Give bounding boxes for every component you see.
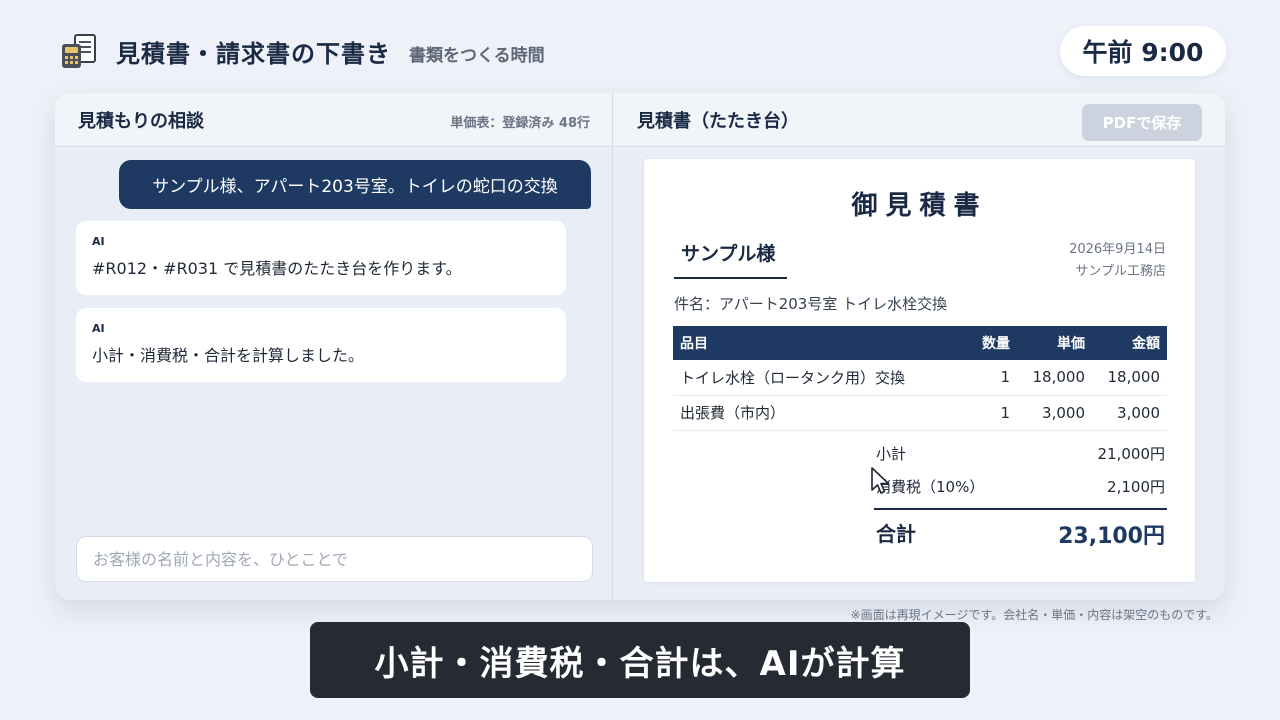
chat-input[interactable] xyxy=(76,536,593,582)
app-title: 見積書・請求書の下書き xyxy=(116,39,391,68)
column-header: 品目 xyxy=(673,326,963,360)
subtotal-row: 小計 21,000円 xyxy=(874,437,1167,470)
item-price: 3,000 xyxy=(1017,395,1092,431)
item-amount: 18,000 xyxy=(1092,360,1167,396)
subtotal-value: 21,000円 xyxy=(1097,445,1166,463)
tax-value: 2,100円 xyxy=(1107,478,1165,496)
item-name: トイレ水栓（ロータンク用）交換 xyxy=(673,360,963,396)
caption-text: 小計・消費税・合計は、AIが計算 xyxy=(374,643,906,684)
document-subject: 件名：アパート203号室 トイレ水栓交換 xyxy=(674,295,948,313)
customer-name: サンプル様 xyxy=(681,243,776,265)
ai-message: AI #R012・#R031 で見積書のたたき台を作ります。 xyxy=(76,221,566,295)
total-value: 23,100円 xyxy=(1058,524,1165,549)
user-message: サンプル様、アパート203号室。トイレの蛇口の交換 xyxy=(119,160,591,209)
item-qty: 1 xyxy=(963,395,1017,431)
ai-message-label: AI xyxy=(92,235,105,248)
document-date: 2026年9月14日 xyxy=(1069,242,1166,257)
total-row: 合計 23,100円 xyxy=(874,508,1167,552)
document-heading: 御見積書 xyxy=(851,191,988,221)
ai-message: AI 小計・消費税・合計を計算しました。 xyxy=(76,308,566,382)
chat-pane-title: 見積もりの相談 xyxy=(78,111,204,132)
item-name: 出張費（市内） xyxy=(673,395,963,431)
clock-badge: 午前 9:00 xyxy=(1060,26,1226,76)
save-pdf-button[interactable]: PDFで保存 xyxy=(1082,104,1202,141)
app-header: 見積書・請求書の下書き 書類をつくる時間 xyxy=(60,30,545,72)
table-row: 出張費（市内） 1 3,000 3,000 xyxy=(673,395,1167,431)
calculator-document-icon xyxy=(62,34,96,68)
workspace-card: 見積もりの相談 単価表：登録済み 48行 サンプル様、アパート203号室。トイレ… xyxy=(55,93,1225,600)
column-header: 単価 xyxy=(1017,326,1092,360)
estimate-document: 御見積書 サンプル様 2026年9月14日 サンプル工務店 件名：アパート203… xyxy=(644,159,1195,582)
price-table-status: 単価表：登録済み 48行 xyxy=(450,116,590,131)
mouse-cursor-icon xyxy=(871,467,890,494)
draft-pane-header: 見積書（たたき台） PDFで保存 xyxy=(614,93,1225,147)
ai-message-text: 小計・消費税・合計を計算しました。 xyxy=(92,346,365,365)
chat-pane-header: 見積もりの相談 単価表：登録済み 48行 xyxy=(55,93,612,147)
item-qty: 1 xyxy=(963,360,1017,396)
total-label: 合計 xyxy=(876,522,916,546)
document-meta: 2026年9月14日 サンプル工務店 xyxy=(1069,239,1166,283)
line-items-table: 品目 数量 単価 金額 トイレ水栓（ロータンク用）交換 1 18,000 18,… xyxy=(673,326,1167,431)
item-price: 18,000 xyxy=(1017,360,1092,396)
issuer-name: サンプル工務店 xyxy=(1075,264,1166,279)
ai-message-text: #R012・#R031 で見積書のたたき台を作ります。 xyxy=(92,259,462,278)
chat-pane: 見積もりの相談 単価表：登録済み 48行 サンプル様、アパート203号室。トイレ… xyxy=(55,93,613,600)
draft-pane: 見積書（たたき台） PDFで保存 御見積書 サンプル様 2026年9月14日 サ… xyxy=(614,93,1225,600)
customer-block: サンプル様 xyxy=(674,237,787,279)
user-message-text: サンプル様、アパート203号室。トイレの蛇口の交換 xyxy=(152,177,558,197)
caption-banner: 小計・消費税・合計は、AIが計算 xyxy=(310,622,970,698)
item-amount: 3,000 xyxy=(1092,395,1167,431)
column-header: 金額 xyxy=(1092,326,1167,360)
subtotal-label: 小計 xyxy=(876,445,907,463)
table-row: トイレ水栓（ロータンク用）交換 1 18,000 18,000 xyxy=(673,360,1167,396)
draft-pane-title: 見積書（たたき台） xyxy=(637,111,799,132)
column-header: 数量 xyxy=(963,326,1017,360)
totals-block: 小計 21,000円 消費税（10%） 2,100円 合計 23,100円 xyxy=(874,437,1167,552)
tax-row: 消費税（10%） 2,100円 xyxy=(874,470,1167,503)
ai-message-label: AI xyxy=(92,322,105,335)
tax-label: 消費税（10%） xyxy=(876,478,985,496)
table-header-row: 品目 数量 単価 金額 xyxy=(673,326,1167,360)
disclaimer-note: ※画面は再現イメージです。会社名・単価・内容は架空のものです。 xyxy=(850,608,1218,622)
app-subtitle: 書類をつくる時間 xyxy=(409,45,545,66)
